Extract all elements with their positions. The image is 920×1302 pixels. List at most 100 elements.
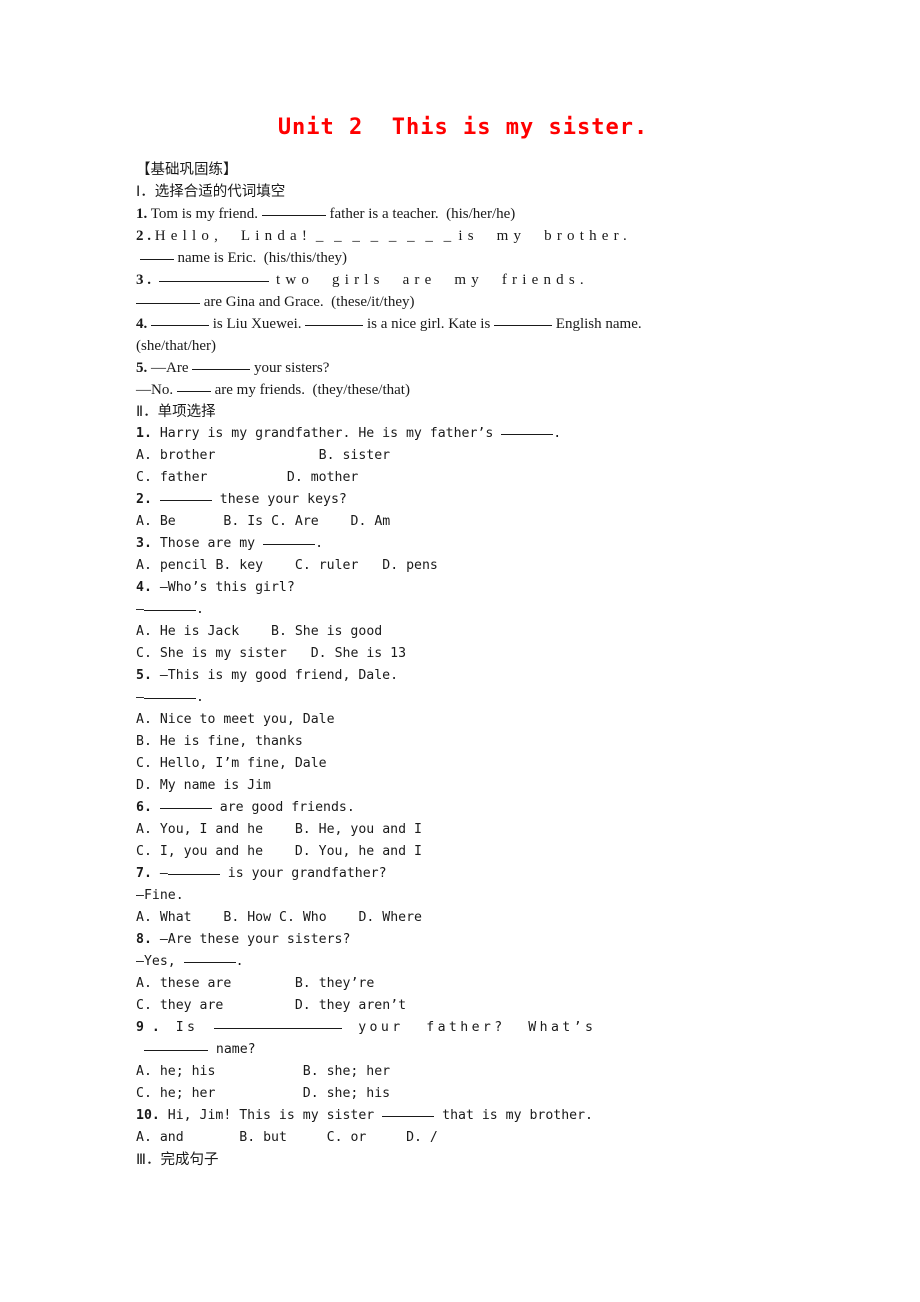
option-text-b[interactable]: He is fine, thanks — [160, 734, 303, 749]
option-text-a[interactable]: these are — [160, 976, 231, 991]
answer-blank[interactable] — [167, 863, 220, 875]
option-text-b[interactable]: Is — [247, 514, 263, 529]
option-label-c[interactable]: C. — [136, 844, 152, 859]
option-text-c[interactable]: Who — [303, 910, 327, 925]
option-label-b[interactable]: B. — [223, 514, 239, 529]
option-text-a[interactable]: You, I and he — [160, 822, 263, 837]
answer-blank[interactable] — [143, 1039, 208, 1051]
option-text-a[interactable]: and — [160, 1130, 184, 1145]
option-text-c[interactable]: or — [350, 1130, 366, 1145]
option-label-d[interactable]: D. — [351, 514, 367, 529]
option-label-b[interactable]: B. — [136, 734, 152, 749]
option-label-b[interactable]: B. — [239, 1130, 255, 1145]
option-label-a[interactable]: A. — [136, 910, 152, 925]
option-label-c[interactable]: C. — [136, 646, 152, 661]
answer-blank[interactable] — [158, 270, 269, 282]
option-label-a[interactable]: A. — [136, 712, 152, 727]
option-text-d[interactable]: pens — [406, 558, 438, 573]
option-text-d[interactable]: they aren’t — [319, 998, 406, 1013]
answer-blank[interactable] — [214, 1017, 343, 1029]
option-label-b[interactable]: B. — [303, 1064, 319, 1079]
option-text-a[interactable]: What — [160, 910, 192, 925]
option-label-d[interactable]: D. — [303, 1086, 319, 1101]
answer-blank[interactable] — [501, 423, 554, 435]
option-text-d[interactable]: Where — [382, 910, 422, 925]
option-text-a[interactable]: he; his — [160, 1064, 216, 1079]
option-label-d[interactable]: D. — [382, 558, 398, 573]
option-text-a[interactable]: pencil — [160, 558, 208, 573]
answer-blank[interactable] — [192, 358, 251, 370]
option-text-a[interactable]: Be — [160, 514, 176, 529]
option-text-b[interactable]: key — [239, 558, 263, 573]
answer-blank[interactable] — [176, 380, 211, 392]
option-text-d[interactable]: she; his — [327, 1086, 391, 1101]
option-text-d[interactable]: Am — [374, 514, 390, 529]
option-text-c[interactable]: they are — [160, 998, 224, 1013]
option-label-d[interactable]: D. — [287, 470, 303, 485]
option-label-b[interactable]: B. — [271, 624, 287, 639]
option-text-c[interactable]: I, you and he — [160, 844, 263, 859]
option-text-a[interactable]: Nice to meet you, Dale — [160, 712, 335, 727]
option-label-a[interactable]: A. — [136, 448, 152, 463]
option-text-d[interactable]: You, he and I — [319, 844, 422, 859]
answer-blank[interactable] — [143, 687, 196, 699]
answer-blank[interactable] — [139, 248, 174, 260]
option-text-c[interactable]: She is my sister — [160, 646, 287, 661]
answer-blank[interactable] — [263, 533, 316, 545]
option-label-c[interactable]: C. — [136, 998, 152, 1013]
option-label-a[interactable]: A. — [136, 1130, 152, 1145]
option-label-c[interactable]: C. — [271, 514, 287, 529]
answer-blank[interactable] — [159, 797, 212, 809]
option-text-a[interactable]: He is Jack — [160, 624, 239, 639]
option-text-c[interactable]: ruler — [319, 558, 359, 573]
option-label-c[interactable]: C. — [279, 910, 295, 925]
option-label-b[interactable]: B. — [319, 448, 335, 463]
option-text-b[interactable]: she; her — [327, 1064, 391, 1079]
option-text-c[interactable]: father — [160, 470, 208, 485]
option-label-b[interactable]: B. — [295, 822, 311, 837]
option-label-a[interactable]: A. — [136, 976, 152, 991]
option-text-d[interactable]: mother — [311, 470, 359, 485]
option-text-d[interactable]: She is 13 — [335, 646, 406, 661]
option-label-b[interactable]: B. — [223, 910, 239, 925]
answer-blank[interactable] — [305, 314, 364, 326]
option-label-a[interactable]: A. — [136, 514, 152, 529]
option-label-d[interactable]: D. — [136, 778, 152, 793]
option-label-c[interactable]: C. — [295, 558, 311, 573]
option-text-d[interactable]: / — [430, 1130, 438, 1145]
answer-blank[interactable] — [382, 1105, 435, 1117]
option-text-c[interactable]: Are — [295, 514, 319, 529]
option-label-c[interactable]: C. — [136, 470, 152, 485]
option-text-b[interactable]: He, you and I — [319, 822, 422, 837]
option-text-b[interactable]: How — [247, 910, 271, 925]
option-text-b[interactable]: they’re — [319, 976, 375, 991]
option-text-d[interactable]: My name is Jim — [160, 778, 271, 793]
option-text-a[interactable]: brother — [160, 448, 216, 463]
option-label-b[interactable]: B. — [295, 976, 311, 991]
option-label-a[interactable]: A. — [136, 558, 152, 573]
answer-blank[interactable] — [494, 314, 553, 326]
option-label-d[interactable]: D. — [358, 910, 374, 925]
option-text-b[interactable]: but — [263, 1130, 287, 1145]
answer-blank[interactable] — [261, 204, 326, 216]
option-text-b[interactable]: She is good — [295, 624, 382, 639]
answer-blank[interactable] — [143, 599, 196, 611]
answer-blank[interactable] — [183, 951, 236, 963]
option-label-d[interactable]: D. — [311, 646, 327, 661]
option-label-d[interactable]: D. — [406, 1130, 422, 1145]
option-text-c[interactable]: Hello, I’m fine, Dale — [160, 756, 327, 771]
answer-blank[interactable] — [159, 489, 212, 501]
option-label-d[interactable]: D. — [295, 844, 311, 859]
option-label-d[interactable]: D. — [295, 998, 311, 1013]
option-label-b[interactable]: B. — [215, 558, 231, 573]
answer-blank[interactable] — [136, 292, 200, 304]
option-label-c[interactable]: C. — [327, 1130, 343, 1145]
option-label-c[interactable]: C. — [136, 756, 152, 771]
option-label-c[interactable]: C. — [136, 1086, 152, 1101]
option-text-b[interactable]: sister — [342, 448, 390, 463]
option-label-a[interactable]: A. — [136, 624, 152, 639]
answer-blank[interactable] — [151, 314, 209, 326]
option-label-a[interactable]: A. — [136, 1064, 152, 1079]
answer-blank-dashes[interactable]: _ _ _ _ _ _ _ _ — [316, 228, 455, 244]
option-label-a[interactable]: A. — [136, 822, 152, 837]
